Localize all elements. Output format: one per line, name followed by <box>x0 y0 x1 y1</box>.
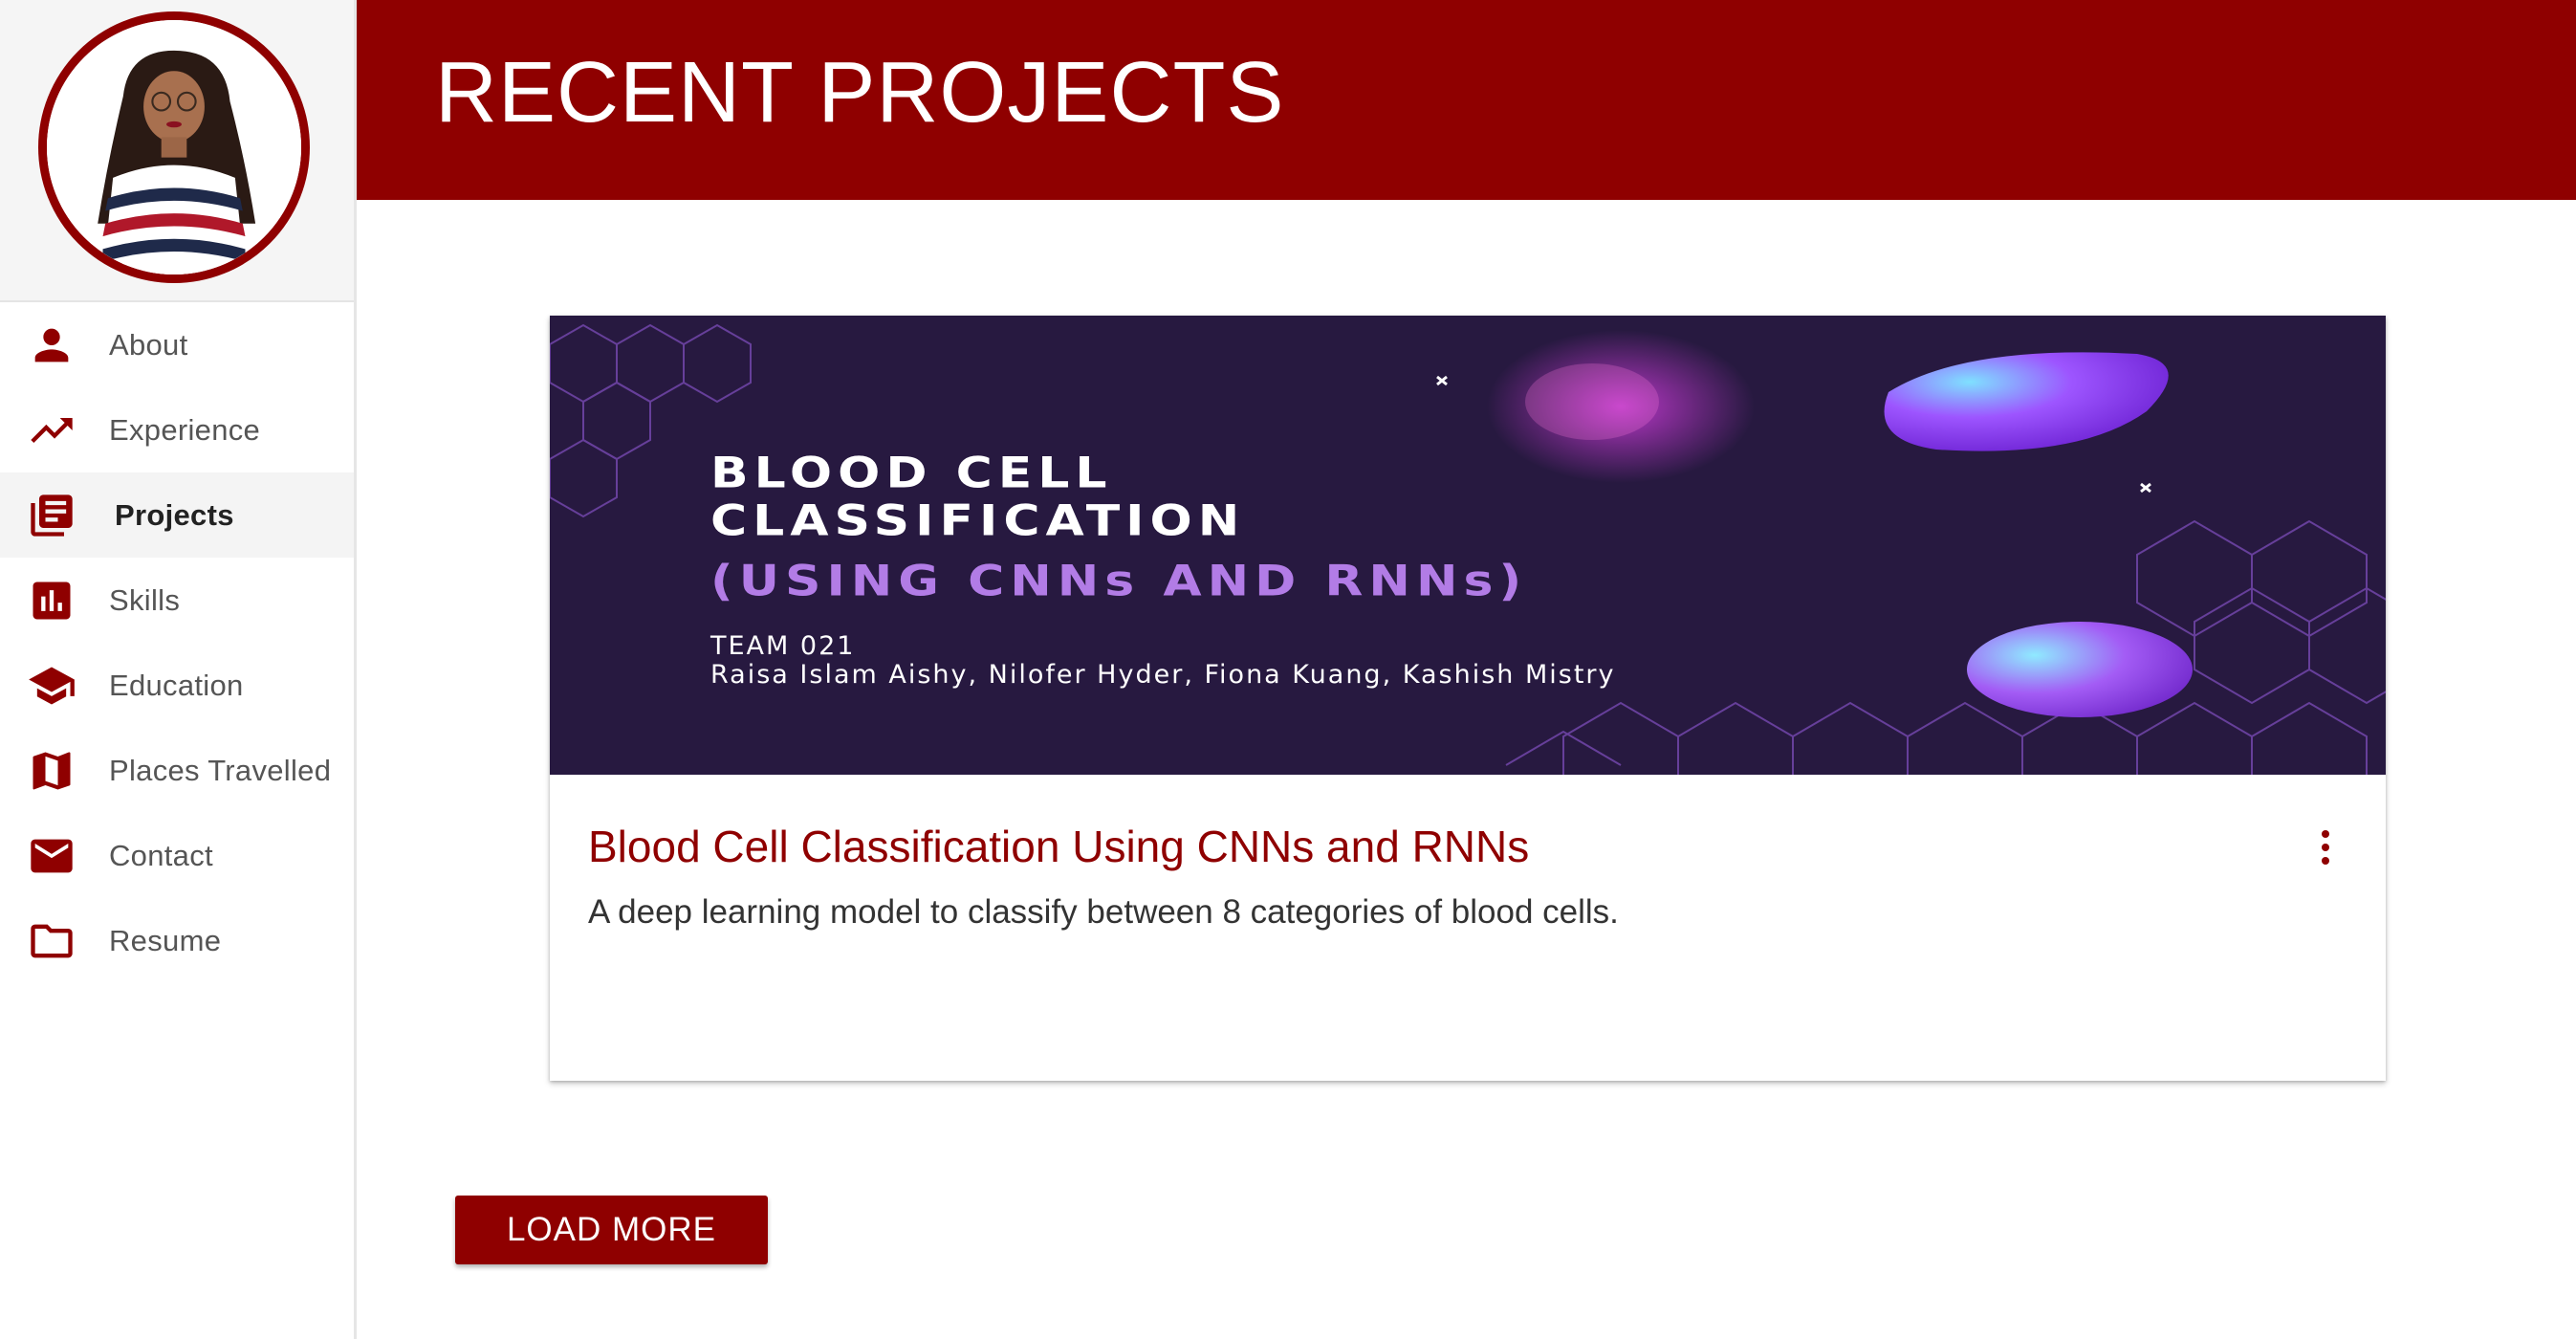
sidebar-item-experience[interactable]: Experience <box>0 387 354 472</box>
sidebar-item-education[interactable]: Education <box>0 643 354 728</box>
sidebar-item-label: Resume <box>109 924 222 957</box>
sidebar-item-about[interactable]: About <box>0 302 354 387</box>
folder-icon <box>25 917 78 965</box>
menu-dot <box>2322 844 2329 851</box>
sidebar-item-label: Projects <box>115 498 234 532</box>
banner-subtitle: (USING CNNs AND RNNs) <box>710 557 1528 606</box>
menu-dot <box>2322 857 2329 865</box>
load-more-button[interactable]: LOAD MORE <box>455 1196 768 1264</box>
more-vert-icon[interactable] <box>2311 821 2340 874</box>
graduation-cap-icon <box>25 662 78 710</box>
project-card: BLOOD CELL CLASSIFICATION (USING CNNs AN… <box>550 316 2386 1081</box>
sidebar-item-label: Experience <box>109 413 261 447</box>
banner-members: Raisa Islam Aishy, Nilofer Hyder, Fiona … <box>710 660 1616 690</box>
sidebar-item-label: Contact <box>109 839 213 872</box>
sidebar-item-contact[interactable]: Contact <box>0 813 354 898</box>
project-banner-image[interactable]: BLOOD CELL CLASSIFICATION (USING CNNs AN… <box>550 316 2386 775</box>
sidebar-item-skills[interactable]: Skills <box>0 558 354 643</box>
sidebar-item-places-travelled[interactable]: Places Travelled <box>0 728 354 813</box>
sidebar-item-label: About <box>109 328 188 362</box>
banner-title: BLOOD CELL CLASSIFICATION <box>710 450 1245 545</box>
bar-chart-icon <box>25 577 78 625</box>
person-icon <box>25 321 78 369</box>
trending-up-icon <box>25 406 78 454</box>
page-header: RECENT PROJECTS <box>357 0 2576 200</box>
page-title: RECENT PROJECTS <box>435 45 1285 141</box>
menu-dot <box>2322 830 2329 838</box>
sidebar-item-label: Skills <box>109 583 181 617</box>
map-icon <box>25 747 78 795</box>
project-title[interactable]: Blood Cell Classification Using CNNs and… <box>588 821 1529 872</box>
project-description: A deep learning model to classify betwee… <box>588 893 1619 931</box>
sidebar-item-label: Education <box>109 669 244 702</box>
sidebar-nav: About Experience Projects Skills Educati… <box>0 302 354 983</box>
sidebar: About Experience Projects Skills Educati… <box>0 0 357 1339</box>
banner-title-line2: CLASSIFICATION <box>710 496 1246 546</box>
avatar <box>38 11 310 283</box>
sidebar-item-label: Places Travelled <box>109 754 332 787</box>
sidebar-item-resume[interactable]: Resume <box>0 898 354 983</box>
library-books-icon <box>25 492 78 539</box>
banner-title-line1: BLOOD CELL <box>710 449 1113 498</box>
sidebar-item-projects[interactable]: Projects <box>0 472 354 558</box>
banner-team: TEAM 021 <box>710 631 856 661</box>
profile-header <box>0 0 354 302</box>
mail-icon <box>25 832 78 880</box>
